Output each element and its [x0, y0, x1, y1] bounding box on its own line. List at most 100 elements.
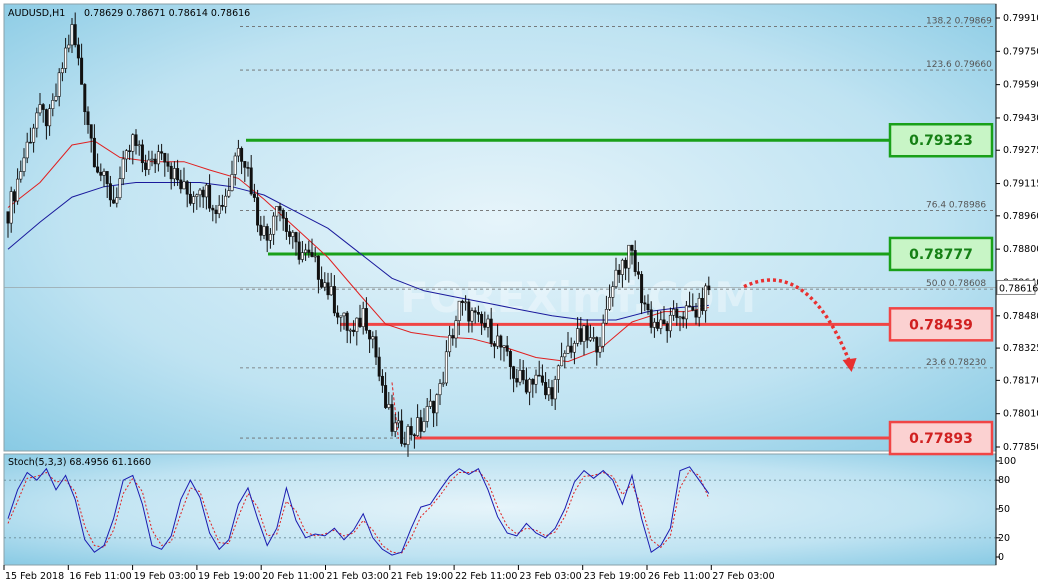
candle-body	[460, 300, 464, 303]
candle-body	[412, 434, 416, 437]
current-price-text: 0.78616	[999, 283, 1038, 294]
price-tick-label: 0.78960	[1003, 211, 1038, 222]
candle-body	[25, 141, 29, 159]
candle-body	[83, 84, 87, 113]
candle-body	[688, 305, 692, 308]
candle-body	[192, 196, 196, 204]
candle-body	[124, 150, 128, 160]
candle-body	[512, 366, 516, 379]
candle-body	[560, 356, 564, 367]
chart-root: FOREXimf.COM 138.2 0.79869123.6 0.796607…	[3, 3, 1038, 582]
candle-body	[249, 167, 253, 195]
candle-body	[640, 274, 644, 304]
candle-body	[144, 162, 148, 170]
stoch-axis[interactable]: 100 80 50 20 0	[996, 456, 1016, 563]
symbol-label: AUDUSD,H1	[8, 8, 65, 19]
ohlc-label: 0.78629 0.78671 0.78614 0.78616	[84, 8, 250, 19]
time-tick-label: 21 Feb 03:00	[327, 571, 389, 582]
candle-body	[41, 104, 45, 110]
candle-body	[166, 161, 170, 167]
time-tick-label: 21 Feb 19:00	[391, 571, 453, 582]
fib-label: 23.6 0.78230	[926, 358, 986, 368]
current-price-tag: 0.78616	[996, 279, 1038, 295]
candle-body	[521, 370, 525, 381]
candle-body	[588, 337, 592, 341]
candle-body	[579, 328, 583, 342]
candle-body	[528, 379, 532, 393]
price-tick-label: 0.79430	[1003, 113, 1038, 124]
candle-body	[451, 335, 455, 339]
candle-body	[294, 232, 298, 243]
candle-body	[550, 387, 554, 400]
candle-body	[252, 193, 256, 198]
candle-body	[163, 152, 167, 163]
candle-body	[339, 315, 343, 318]
candle-body	[368, 330, 372, 340]
candle-body	[99, 171, 103, 176]
time-axis[interactable]: 15 Feb 2018 16 Feb 11:00 19 Feb 03:00 19 Fe…	[3, 565, 775, 582]
candle-body	[153, 158, 157, 165]
candle-body	[611, 286, 615, 298]
candle-body	[608, 297, 612, 310]
candle-body	[128, 150, 132, 152]
candle-body	[288, 231, 292, 237]
time-tick-label: 22 Feb 11:00	[455, 571, 517, 582]
candle-body	[486, 318, 490, 328]
time-tick-label: 20 Feb 11:00	[262, 571, 324, 582]
candle-body	[70, 24, 74, 46]
candle-body	[147, 159, 151, 170]
candle-body	[195, 194, 199, 197]
price-tick-label: 0.78325	[1003, 343, 1038, 354]
candle-body	[89, 124, 93, 139]
candle-body	[227, 190, 231, 197]
candle-body	[694, 309, 698, 318]
candle-body	[364, 308, 368, 331]
candle-body	[332, 286, 336, 314]
candle-body	[422, 421, 426, 432]
price-tick-label: 0.78010	[1003, 409, 1038, 420]
candle-body	[534, 374, 538, 385]
candle-body	[156, 151, 160, 165]
candle-body	[396, 420, 400, 424]
candle-body	[150, 158, 154, 161]
price-tick-label: 0.78800	[1003, 244, 1038, 255]
candle-body	[684, 305, 688, 320]
price-tick-label: 0.78170	[1003, 375, 1038, 386]
candle-body	[272, 215, 276, 235]
candle-body	[624, 259, 628, 269]
stoch-tick-label: 80	[998, 475, 1010, 486]
candle-body	[476, 312, 480, 315]
candle-body	[51, 100, 55, 110]
fib-label: 76.4 0.78986	[926, 200, 986, 210]
candle-body	[691, 306, 695, 311]
candle-body	[297, 241, 301, 260]
price-tick-label: 0.78480	[1003, 311, 1038, 322]
candle-body	[614, 269, 618, 287]
price-axis[interactable]: 0.79910 0.79750 0.79590 0.79430 0.79275 0.791…	[996, 13, 1038, 453]
candle-body	[108, 183, 112, 201]
candle-body	[576, 328, 580, 344]
stoch-tick-label: 50	[998, 504, 1010, 515]
candle-body	[704, 285, 708, 312]
price-panel[interactable]: FOREXimf.COM 138.2 0.79869123.6 0.796607…	[3, 3, 997, 566]
stoch-panel-bg	[3, 453, 997, 566]
candle-body	[601, 322, 605, 347]
candle-body	[435, 394, 439, 414]
candle-body	[675, 308, 679, 318]
candle-body	[361, 308, 365, 327]
candle-body	[86, 111, 90, 125]
candle-body	[9, 191, 13, 224]
candle-body	[377, 356, 381, 377]
candle-body	[348, 329, 352, 332]
candle-body	[544, 382, 548, 396]
candle-body	[240, 148, 244, 162]
candle-body	[604, 309, 608, 324]
candle-body	[496, 335, 500, 347]
candle-body	[457, 300, 461, 321]
candle-body	[467, 301, 471, 322]
candle-body	[636, 271, 640, 275]
candle-body	[64, 47, 68, 69]
candle-body	[112, 199, 116, 204]
price-panel-bg	[3, 3, 997, 452]
candle-body	[169, 165, 173, 180]
